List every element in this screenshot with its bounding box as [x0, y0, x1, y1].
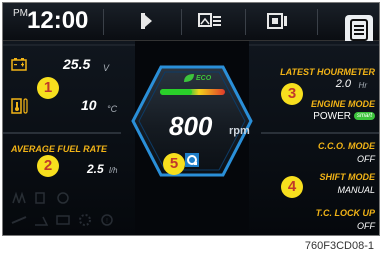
topbar-divider: [181, 9, 182, 35]
figure-caption: 760F3CD08-1: [304, 240, 374, 252]
callout-badge-5: 5: [163, 153, 185, 175]
engine-rpm-value: 800: [169, 111, 213, 141]
callout-badge-3: 3: [281, 83, 303, 105]
callout-badge-4: 4: [281, 176, 303, 198]
eco-gauge-fill: [160, 89, 192, 95]
clock-time: 12:00: [27, 7, 89, 34]
callout-badge-1: 1: [37, 77, 59, 99]
quickcoupler-icon: [185, 153, 199, 167]
work-light-icon[interactable]: [137, 11, 163, 31]
topbar-divider: [245, 9, 246, 35]
topbar-divider: [103, 9, 104, 35]
callout-badge-2: 2: [37, 155, 59, 177]
topbar-divider: [317, 9, 318, 35]
camera-view-icon[interactable]: [265, 11, 291, 31]
display-mode-icon[interactable]: [197, 11, 223, 31]
machine-display-screen: PM 12:00 25.5 V 10 °C AVERAGE FUEL RATE …: [2, 2, 380, 236]
top-status-bar: PM 12:00: [3, 3, 379, 41]
eco-leaf-icon: [184, 74, 194, 82]
ampm-indicator: PM: [13, 8, 28, 19]
eco-label: ECO: [196, 75, 212, 82]
engine-rpm-unit: rpm: [229, 125, 250, 137]
